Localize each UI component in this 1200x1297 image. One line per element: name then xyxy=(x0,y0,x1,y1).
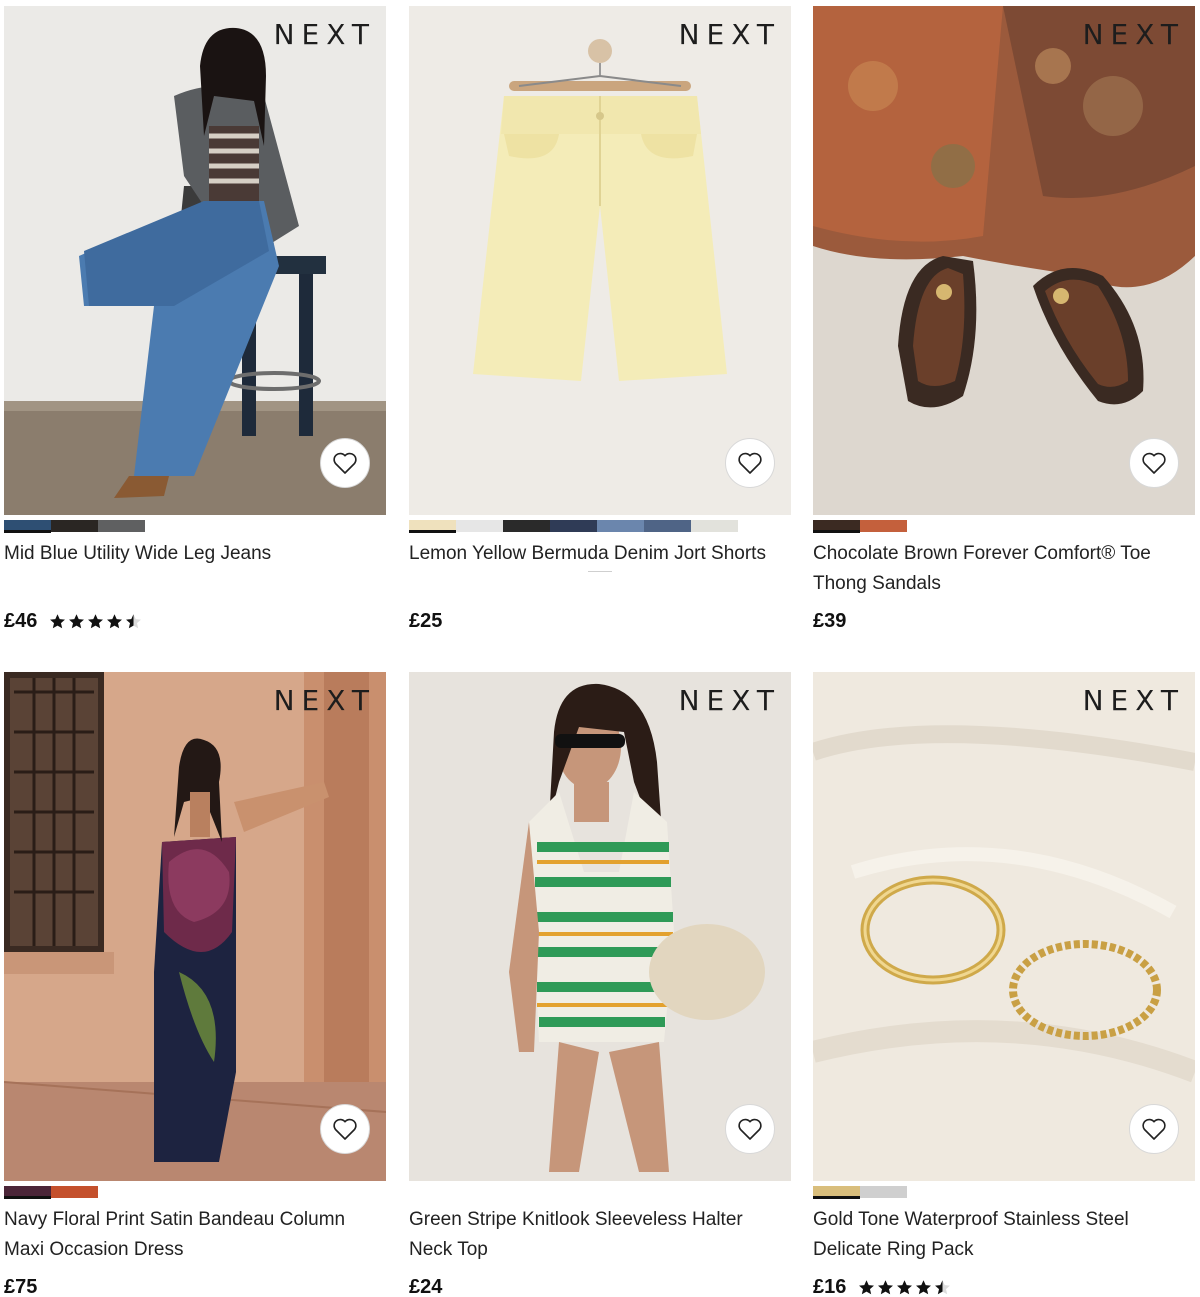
star-icon xyxy=(878,1280,894,1295)
heart-icon xyxy=(333,1118,357,1140)
product-image[interactable]: NEXT xyxy=(409,672,791,1181)
star-icon xyxy=(50,614,66,629)
colour-swatch[interactable] xyxy=(51,520,98,532)
colour-swatches xyxy=(4,520,386,533)
colour-swatches xyxy=(813,520,1195,533)
colour-swatches xyxy=(813,1186,1195,1199)
product-card[interactable]: NEXT Mid Blue Utility Wide Leg Jeans £46 xyxy=(4,6,386,632)
product-image[interactable]: NEXT xyxy=(813,672,1195,1181)
divider xyxy=(588,571,612,572)
product-title[interactable]: Mid Blue Utility Wide Leg Jeans xyxy=(4,539,386,599)
rating-stars xyxy=(49,613,142,630)
colour-swatch[interactable] xyxy=(503,520,550,532)
product-grid: NEXT Mid Blue Utility Wide Leg Jeans £46 xyxy=(0,0,1200,1297)
heart-icon xyxy=(738,452,762,474)
star-icon xyxy=(859,1280,875,1295)
colour-swatch[interactable] xyxy=(4,520,51,533)
heart-icon xyxy=(738,1118,762,1140)
shorts-photo xyxy=(409,6,791,515)
colour-swatch[interactable] xyxy=(691,520,738,532)
wishlist-button[interactable] xyxy=(1129,438,1179,488)
wishlist-button[interactable] xyxy=(320,1104,370,1154)
brand-logo: NEXT xyxy=(678,18,781,51)
star-icon xyxy=(916,1280,932,1295)
product-title[interactable]: Navy Floral Print Satin Bandeau Column M… xyxy=(4,1205,386,1265)
product-image[interactable]: NEXT xyxy=(4,6,386,515)
star-icon xyxy=(69,614,85,629)
star-icon xyxy=(126,614,142,629)
brand-logo: NEXT xyxy=(273,684,376,717)
colour-swatches xyxy=(4,1186,386,1199)
product-title[interactable]: Chocolate Brown Forever Comfort® Toe Tho… xyxy=(813,539,1195,599)
heart-icon xyxy=(1142,1118,1166,1140)
star-icon xyxy=(107,614,123,629)
colour-swatch[interactable] xyxy=(813,1186,860,1199)
heart-icon xyxy=(333,452,357,474)
brand-logo: NEXT xyxy=(678,684,781,717)
colour-swatch[interactable] xyxy=(644,520,691,532)
product-price: £46 xyxy=(4,610,38,632)
jeans-photo xyxy=(4,6,386,515)
product-card[interactable]: NEXT Chocolate Brown Forever Comfort® To… xyxy=(813,6,1195,632)
product-price: £16 xyxy=(813,1276,847,1297)
colour-swatch[interactable] xyxy=(4,1186,51,1199)
heart-icon xyxy=(1142,452,1166,474)
sandals-photo xyxy=(813,6,1195,515)
colour-swatches xyxy=(409,1186,791,1198)
colour-swatch[interactable] xyxy=(860,1186,907,1198)
wishlist-button[interactable] xyxy=(1129,1104,1179,1154)
product-price: £75 xyxy=(4,1276,38,1297)
product-card[interactable]: NEXT Gold Tone Waterproof Stainless Stee… xyxy=(813,672,1195,1297)
wishlist-button[interactable] xyxy=(725,438,775,488)
star-icon xyxy=(897,1280,913,1295)
rating-stars xyxy=(858,1279,951,1296)
colour-swatch[interactable] xyxy=(860,520,907,532)
star-icon xyxy=(88,614,104,629)
product-image[interactable]: NEXT xyxy=(409,6,791,515)
wishlist-button[interactable] xyxy=(725,1104,775,1154)
product-price: £24 xyxy=(409,1276,443,1297)
star-icon xyxy=(935,1280,951,1295)
product-price: £39 xyxy=(813,610,847,632)
colour-swatch[interactable] xyxy=(98,520,145,532)
brand-logo: NEXT xyxy=(1082,684,1185,717)
wishlist-button[interactable] xyxy=(320,438,370,488)
brand-logo: NEXT xyxy=(1082,18,1185,51)
product-title[interactable]: Green Stripe Knitlook Sleeveless Halter … xyxy=(409,1205,791,1265)
colour-swatch[interactable] xyxy=(813,520,860,533)
product-title[interactable]: Gold Tone Waterproof Stainless Steel Del… xyxy=(813,1205,1195,1265)
colour-swatch[interactable] xyxy=(51,1186,98,1198)
product-image[interactable]: NEXT xyxy=(813,6,1195,515)
dress-photo xyxy=(4,672,386,1181)
halter-top-photo xyxy=(409,672,791,1181)
colour-swatch[interactable] xyxy=(597,520,644,532)
product-card[interactable]: NEXT Lemon Yellow Bermuda Denim Jort Sho… xyxy=(409,6,791,632)
product-image[interactable]: NEXT xyxy=(4,672,386,1181)
ring-photo xyxy=(813,672,1195,1181)
product-price: £25 xyxy=(409,610,443,632)
colour-swatch[interactable] xyxy=(550,520,597,532)
product-title[interactable]: Lemon Yellow Bermuda Denim Jort Shorts xyxy=(409,539,791,599)
product-card[interactable]: NEXT Navy Floral Print Satin Bandeau Col… xyxy=(4,672,386,1297)
product-card[interactable]: NEXT Green Stripe Knitlook Sleeveless Ha… xyxy=(409,672,791,1297)
colour-swatches xyxy=(409,520,791,533)
brand-logo: NEXT xyxy=(273,18,376,51)
colour-swatch[interactable] xyxy=(409,520,456,533)
colour-swatch[interactable] xyxy=(456,520,503,532)
